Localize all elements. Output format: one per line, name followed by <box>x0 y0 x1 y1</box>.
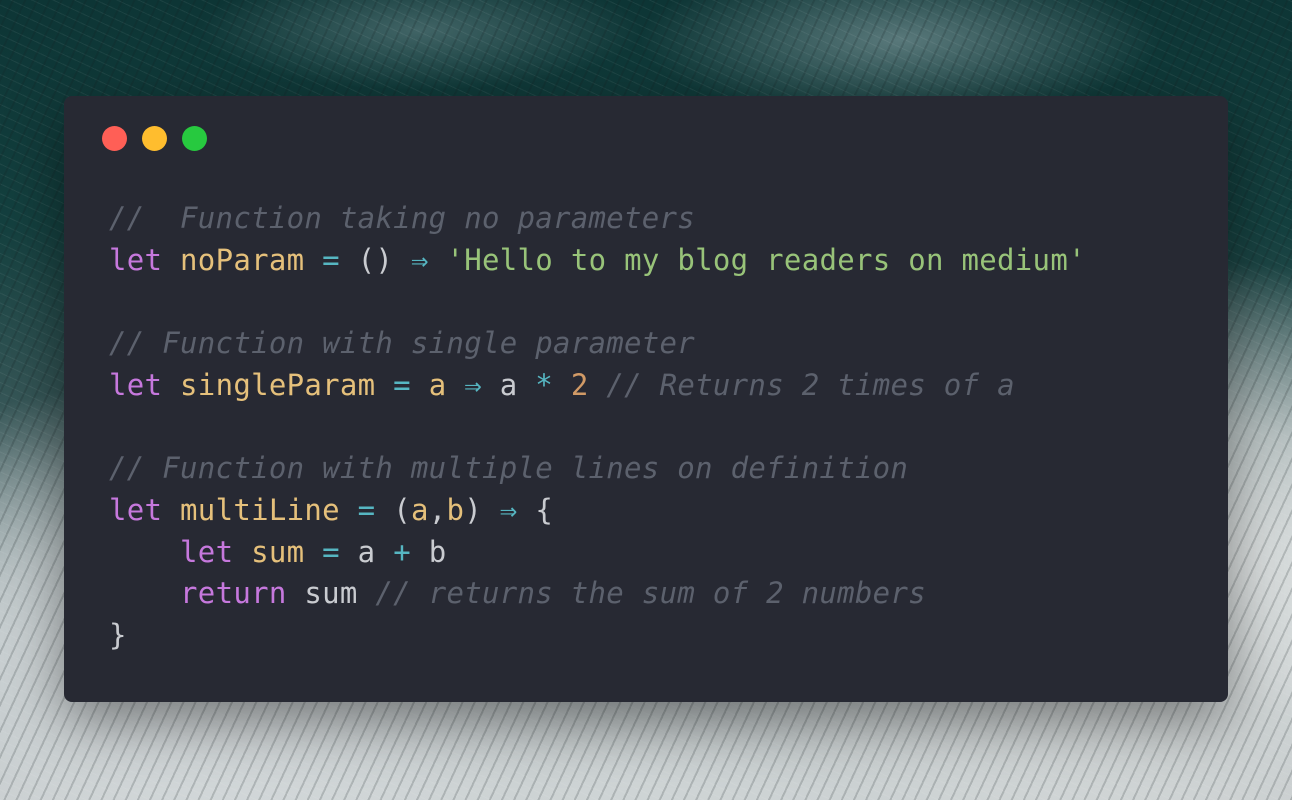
keyword-let: let <box>109 367 163 402</box>
minimize-dot-icon[interactable] <box>142 126 167 151</box>
variable: a <box>499 367 518 402</box>
keyword-let: let <box>109 242 163 277</box>
parameter: b <box>446 492 465 527</box>
keyword-let: let <box>180 534 234 569</box>
code-line-7: // Function with multiple lines on defin… <box>109 448 1086 490</box>
code-line-8: let multiLine = (a,b) ⇒ { <box>109 490 1086 532</box>
parameter: a <box>410 492 429 527</box>
keyword-return: return <box>180 576 287 611</box>
paren: ) <box>464 492 483 527</box>
window-controls <box>102 126 207 151</box>
variable: sum <box>304 576 358 611</box>
comment: // Function with multiple lines on defin… <box>109 451 909 486</box>
variable: a <box>357 534 376 569</box>
operator: * <box>535 367 554 402</box>
code-line-1: // Function taking no parameters <box>109 198 1086 240</box>
operator: + <box>393 534 411 569</box>
brace: { <box>535 492 554 527</box>
brace: } <box>109 617 127 652</box>
code-line-9: let sum = a + b <box>109 532 1086 574</box>
parameter: a <box>428 367 447 402</box>
comment: // Function taking no parameters <box>109 201 696 235</box>
code-line-2: let noParam = () ⇒ 'Hello to my blog rea… <box>109 240 1086 282</box>
keyword-let: let <box>109 492 163 527</box>
operator: = <box>393 367 411 402</box>
code-window: // Function taking no parameters let noPa… <box>64 96 1228 702</box>
arrow-operator: ⇒ <box>499 492 518 527</box>
identifier: noParam <box>180 242 305 277</box>
close-dot-icon[interactable] <box>102 126 127 151</box>
operator: = <box>322 534 340 569</box>
comment: // returns the sum of 2 numbers <box>375 576 926 611</box>
identifier: multiLine <box>180 492 340 527</box>
variable: b <box>428 534 447 569</box>
operator: = <box>322 242 340 277</box>
parens: () <box>357 242 394 277</box>
zoom-dot-icon[interactable] <box>182 126 207 151</box>
code-line-5: let singleParam = a ⇒ a * 2 // Returns 2… <box>109 365 1086 407</box>
comment: // Returns 2 times of a <box>606 367 1015 402</box>
operator: = <box>357 492 376 527</box>
string-literal: 'Hello to my blog readers on medium' <box>446 242 1086 277</box>
code-block: // Function taking no parameters let noPa… <box>109 198 1086 657</box>
comment: // Function with single parameter <box>109 326 696 361</box>
code-line-4: // Function with single parameter <box>109 323 1086 365</box>
code-line-11: } <box>109 615 1086 657</box>
code-line-10: return sum // returns the sum of 2 numbe… <box>109 573 1086 615</box>
identifier: sum <box>251 534 305 569</box>
identifier: singleParam <box>180 367 376 402</box>
arrow-operator: ⇒ <box>410 242 429 277</box>
paren: ( <box>393 492 411 527</box>
comma: , <box>428 492 447 527</box>
number-literal: 2 <box>570 367 589 402</box>
arrow-operator: ⇒ <box>464 367 482 402</box>
